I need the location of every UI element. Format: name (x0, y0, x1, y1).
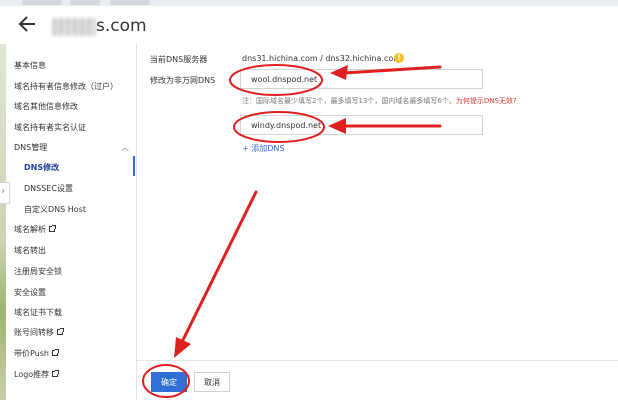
sidebar-item-other-info[interactable]: 域名其他信息修改 (14, 101, 78, 112)
sidebar-item-resolve[interactable]: 域名解析 (14, 224, 56, 235)
masked-domain-prefix (52, 18, 96, 36)
confirm-button[interactable]: 确定 (151, 372, 187, 392)
sidebar-item-security[interactable]: 安全设置 (14, 287, 46, 298)
sidebar-item-dnssec[interactable]: DNSSEC设置 (24, 183, 73, 194)
back-arrow-icon[interactable] (18, 15, 36, 33)
warning-icon: ! (394, 53, 404, 63)
dns-invalid-help-link[interactable]: 为何提示DNS无效? (456, 97, 517, 105)
dns-input-1[interactable]: wool.dnspod.net (240, 69, 483, 89)
active-indicator (133, 156, 135, 176)
current-dns-value: dns31.hichina.com / dns32.hichina.com (242, 54, 402, 63)
external-link-icon (52, 370, 60, 377)
collapse-toggle[interactable]: › (0, 182, 10, 204)
dns-note: 注：国际域名最少填写2个，最多填写13个，国内域名最多填写6个。为何提示DNS无… (242, 96, 517, 106)
sidebar-item-owner-change[interactable]: 域名持有者信息修改（过户） (14, 81, 118, 92)
dns-input-1-value: wool.dnspod.net (251, 75, 318, 84)
sidebar-item-resolve-label: 域名解析 (14, 225, 46, 234)
page-header: s.com (0, 6, 618, 44)
chevron-up-icon[interactable]: ︿ (121, 142, 129, 153)
chevron-right-icon: › (1, 186, 5, 197)
external-link-icon (52, 349, 59, 356)
add-dns-link[interactable]: + 添加DNS (242, 143, 284, 154)
modify-dns-label: 修改为非万网DNS (150, 76, 216, 85)
sidebar-item-realname[interactable]: 域名持有者实名认证 (14, 122, 86, 133)
footer-divider (137, 360, 618, 361)
sidebar-item-dns-modify[interactable]: DNS修改 (24, 162, 59, 173)
sidebar-item-push-label: 带价Push (14, 349, 49, 358)
cancel-button[interactable]: 取消 (194, 372, 230, 392)
current-dns-label: 当前DNS服务器 (150, 55, 208, 64)
external-link-icon (49, 225, 56, 232)
sidebar-item-account-transfer-label: 账号间转移 (14, 328, 54, 337)
sidebar-item-logo-label: Logo推荐 (14, 370, 50, 379)
sidebar-item-certificate[interactable]: 域名证书下载 (14, 307, 62, 318)
sidebar-item-basic-info[interactable]: 基本信息 (14, 60, 46, 71)
sidebar-item-logo[interactable]: Logo推荐 (14, 369, 60, 380)
sidebar (6, 44, 136, 400)
dns-input-2-value: windy.dnspod.net (251, 121, 322, 130)
dns-note-text: 注：国际域名最少填写2个，最多填写13个，国内域名最多填写6个。 (242, 97, 456, 105)
dns-input-2[interactable]: windy.dnspod.net (240, 115, 483, 135)
sidebar-item-account-transfer[interactable]: 账号间转移 (14, 327, 64, 338)
sidebar-item-transfer-out[interactable]: 域名转出 (14, 245, 46, 256)
sidebar-item-push[interactable]: 带价Push (14, 348, 59, 359)
sidebar-item-dns-host[interactable]: 自定义DNS Host (24, 204, 86, 215)
domain-title: s.com (96, 16, 147, 36)
external-link-icon (57, 328, 64, 335)
sidebar-item-registry-lock[interactable]: 注册局安全锁 (14, 266, 62, 277)
sidebar-item-dns-manage[interactable]: DNS管理 (14, 142, 47, 153)
